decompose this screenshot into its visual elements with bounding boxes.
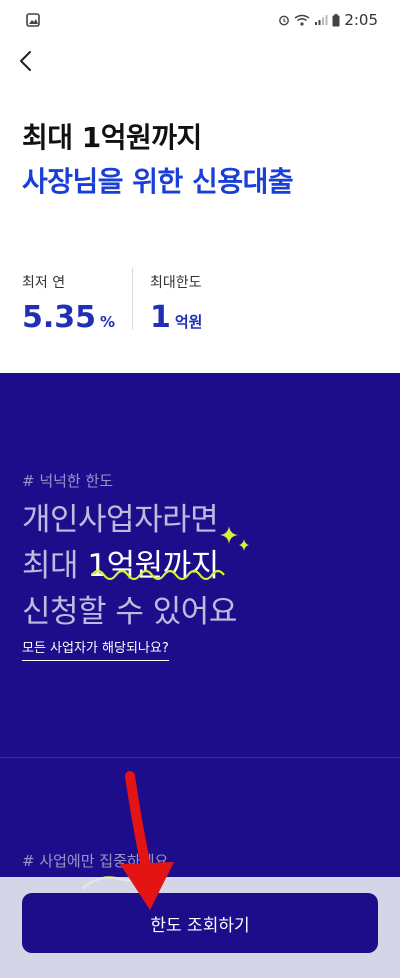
gallery-icon xyxy=(26,13,40,27)
back-icon[interactable] xyxy=(12,46,42,76)
stat-min-rate-value: 5.35 xyxy=(22,300,97,335)
page-subtitle: 사장님을 위한 신용대출 xyxy=(22,165,294,198)
signal-icon xyxy=(315,15,328,25)
promo-line-1: 개인사업자라면 xyxy=(22,502,219,538)
stat-min-rate-unit: % xyxy=(100,313,116,331)
alarm-icon xyxy=(279,15,290,26)
stat-divider xyxy=(132,268,133,330)
promo-line-3: 신청할 수 있어요 xyxy=(22,594,237,630)
stat-max-limit-unit: 억원 xyxy=(174,313,203,331)
eligibility-link[interactable]: 모든 사업자가 해당되나요? xyxy=(22,637,169,661)
stat-max-limit-label: 최대한도 xyxy=(150,275,202,291)
status-bar: 2:05 xyxy=(0,0,400,40)
annotation-arrow-icon xyxy=(120,771,174,910)
promo-line-2-prefix: 최대 xyxy=(22,548,88,584)
promo-tag-ample-limit: # 넉넉한 한도 xyxy=(22,472,114,490)
squiggle-underline xyxy=(91,569,225,581)
section-divider xyxy=(0,757,400,758)
stat-max-limit: 최대한도 1 억원 xyxy=(150,272,202,335)
status-time: 2:05 xyxy=(344,11,378,29)
battery-icon xyxy=(332,13,340,26)
sparkle-icon xyxy=(220,526,249,551)
wifi-icon xyxy=(294,14,310,26)
check-limit-button[interactable]: 한도 조회하기 xyxy=(22,893,378,953)
page-title: 최대 1억원까지 xyxy=(22,121,202,154)
stat-max-limit-value: 1 xyxy=(150,300,171,335)
stat-min-rate: 최저 연 5.35% xyxy=(22,272,115,335)
stat-min-rate-label: 최저 연 xyxy=(22,275,66,291)
